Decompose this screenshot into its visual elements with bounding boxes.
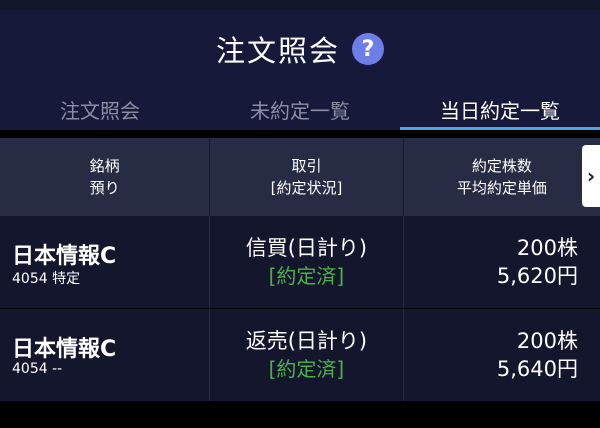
page-title: 注文照会 — [215, 34, 340, 68]
column-header-label: 平均約定単価 — [456, 179, 547, 197]
average-price: 5,620円 — [496, 264, 578, 288]
tab-order-inquiry[interactable]: 注文照会 — [0, 88, 200, 130]
screen: 注文照会 ? 注文照会 未約定一覧 当日約定一覧 銘柄 預り 取引 [約定状況]… — [0, 0, 600, 428]
stock-cell: 日本情報C 4054 特定 — [0, 216, 211, 308]
page-header: 注文照会 ? — [0, 10, 600, 88]
stock-code-account: 4054 特定 — [12, 271, 81, 287]
average-price: 5,640円 — [496, 357, 578, 381]
table-row[interactable]: 日本情報C 4054 -- 返売(日計り) [約定済] 200株 5,640円 — [0, 309, 600, 402]
trade-cell: 信買(日計り) [約定済] — [210, 216, 404, 308]
table-header: 銘柄 預り 取引 [約定状況] 約定株数 平均約定単価 — [0, 138, 600, 216]
column-header-label: [約定状況] — [270, 179, 343, 197]
trade-type: 返売(日計り) — [245, 329, 368, 353]
trade-type: 信買(日計り) — [245, 236, 368, 260]
column-header-quantity: 約定株数 平均約定単価 — [404, 138, 600, 216]
stock-cell: 日本情報C 4054 -- — [0, 309, 211, 401]
status-strip — [0, 0, 600, 10]
tab-divider — [0, 130, 600, 138]
help-icon[interactable]: ? — [352, 33, 384, 65]
tab-bar: 注文照会 未約定一覧 当日約定一覧 — [0, 88, 600, 130]
quantity-cell: 200株 5,620円 — [404, 216, 600, 308]
stock-name: 日本情報C — [12, 244, 117, 269]
column-header-stock: 銘柄 預り — [0, 138, 211, 216]
scroll-right-icon[interactable]: › — [582, 145, 600, 207]
tab-unexecuted-list[interactable]: 未約定一覧 — [200, 88, 400, 130]
stock-code-account: 4054 -- — [12, 361, 63, 377]
status-badge: [約定済] — [268, 357, 345, 381]
executed-quantity: 200株 — [516, 329, 578, 353]
quantity-cell: 200株 5,640円 — [404, 309, 600, 401]
column-header-label: 約定株数 — [471, 157, 532, 175]
tab-today-executed-list[interactable]: 当日約定一覧 — [400, 88, 600, 130]
table-row[interactable]: 日本情報C 4054 特定 信買(日計り) [約定済] 200株 5,620円 — [0, 216, 600, 309]
column-header-label: 銘柄 — [89, 157, 120, 175]
column-header-label: 預り — [89, 179, 120, 197]
stock-name: 日本情報C — [12, 337, 117, 362]
bottom-area — [0, 402, 600, 428]
status-badge: [約定済] — [268, 264, 345, 288]
column-header-label: 取引 — [291, 157, 322, 175]
column-header-trade: 取引 [約定状況] — [210, 138, 404, 216]
trade-cell: 返売(日計り) [約定済] — [210, 309, 404, 401]
executed-quantity: 200株 — [516, 236, 578, 260]
